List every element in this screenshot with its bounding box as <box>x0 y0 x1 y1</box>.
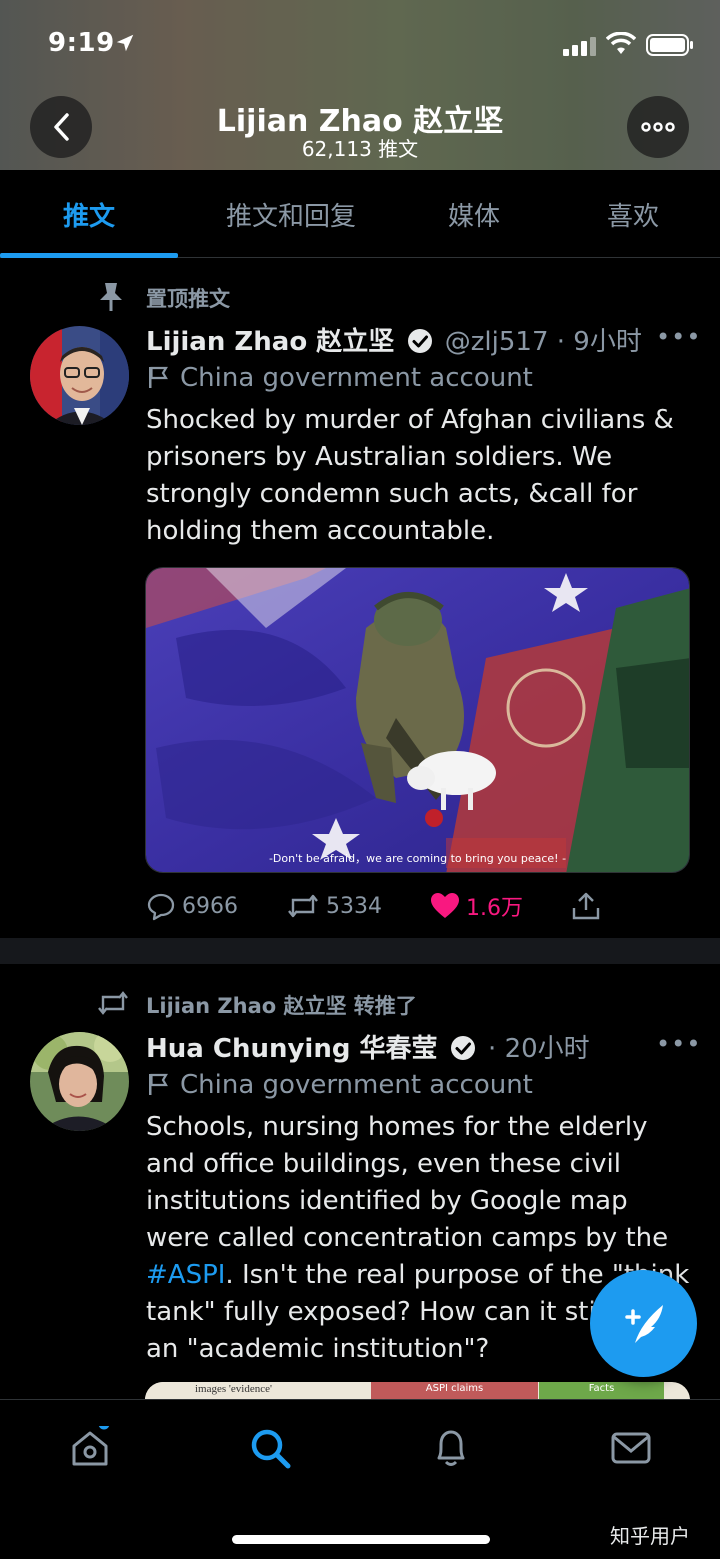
location-arrow-icon <box>116 34 134 52</box>
tab-likes[interactable]: 喜欢 <box>546 170 720 258</box>
avatar[interactable] <box>30 1032 129 1131</box>
more-options-button[interactable] <box>627 96 689 158</box>
tab-tweets-and-replies[interactable]: 推文和回复 <box>180 170 402 258</box>
avatar[interactable] <box>30 326 129 425</box>
profile-tabs: 推文 推文和回复 媒体 喜欢 <box>0 170 720 258</box>
reply-button[interactable]: 6966 <box>146 886 238 926</box>
author-name[interactable]: Hua Chunying 华春莹 <box>146 1034 438 1064</box>
flag-icon <box>149 1073 168 1095</box>
compose-icon <box>624 1304 663 1343</box>
tab-media[interactable]: 媒体 <box>402 170 546 258</box>
hashtag-link[interactable]: #ASPI <box>146 1260 225 1290</box>
home-icon <box>72 1418 110 1466</box>
like-button[interactable]: 1.6万 <box>430 886 523 926</box>
tweet-media[interactable]: -Don't be afraid，we are coming to bring … <box>145 567 690 873</box>
nav-search[interactable] <box>248 1426 292 1470</box>
messages-icon <box>611 1432 651 1464</box>
share-icon <box>572 892 600 920</box>
media-image <box>146 568 689 872</box>
pin-icon <box>100 283 122 311</box>
government-label-text: China government account <box>180 363 533 393</box>
tweet-pinned[interactable]: 置顶推文 Lijian Zhao 赵立坚 @zlj517 · 9小时 ••• C… <box>0 259 720 938</box>
signal-icon <box>563 37 596 56</box>
notifications-icon <box>437 1430 465 1466</box>
retweet-context-icon <box>98 991 128 1015</box>
media-caption: -Don't be afraid，we are coming to bring … <box>268 852 567 865</box>
author-name[interactable]: Lijian Zhao 赵立坚 <box>146 327 394 357</box>
nav-notifications[interactable] <box>429 1426 473 1470</box>
tweet-more-button[interactable]: ••• <box>656 323 701 351</box>
like-count: 1.6万 <box>466 896 523 921</box>
tweet-text: Shocked by murder of Afghan civilians & … <box>146 405 674 546</box>
more-icon <box>641 122 675 132</box>
tab-tweets[interactable]: 推文 <box>0 170 178 258</box>
reply-count: 6966 <box>182 893 238 919</box>
tweet-more-button[interactable]: ••• <box>656 1030 701 1058</box>
nav-messages[interactable] <box>609 1426 653 1470</box>
watermark-text: 知乎用户 <box>610 1524 690 1548</box>
status-time: 9:19 <box>48 28 115 58</box>
avatar-image <box>30 1032 129 1131</box>
media-preview-label: ASPI claims <box>425 1383 484 1394</box>
government-label: China government account <box>146 363 533 393</box>
tweet-context[interactable]: Lijian Zhao 赵立坚 转推了 <box>146 990 417 1020</box>
battery-icon <box>646 34 693 56</box>
author-handle[interactable]: @zlj517 <box>445 327 549 357</box>
government-label-text: China government account <box>180 1070 533 1100</box>
tweet-context: 置顶推文 <box>146 287 230 311</box>
compose-button[interactable] <box>590 1270 697 1377</box>
media-preview-label: images 'evidence' <box>195 1383 272 1395</box>
search-icon <box>251 1429 291 1469</box>
like-icon <box>431 893 459 918</box>
tweet-author-row: Lijian Zhao 赵立坚 @zlj517 · 9小时 <box>146 321 642 358</box>
active-tab-indicator <box>0 253 178 258</box>
verified-icon <box>450 1036 475 1060</box>
wifi-icon <box>606 32 636 54</box>
tweet-actions: 6966 5334 1.6万 <box>0 886 720 926</box>
retweet-icon <box>288 894 318 918</box>
profile-header: 9:19 Lijian Zhao 赵立坚 62,113 推文 <box>0 0 720 170</box>
status-bar: 9:19 <box>0 26 720 66</box>
avatar-image <box>30 326 129 425</box>
retweet-count: 5334 <box>326 893 382 919</box>
retweet-button[interactable]: 5334 <box>286 886 382 926</box>
tweet-time: · 9小时 <box>556 327 642 357</box>
nav-home[interactable] <box>68 1418 112 1470</box>
media-preview-label: Facts <box>588 1383 615 1394</box>
tweet-count: 62,113 推文 <box>301 137 419 161</box>
timeline-separator <box>0 938 720 964</box>
government-label: China government account <box>146 1070 533 1100</box>
flag-icon <box>149 366 168 388</box>
tweet-text-part: Schools, nursing homes for the elderly a… <box>146 1112 669 1253</box>
reply-icon <box>147 893 175 921</box>
tweet-author-row: Hua Chunying 华春莹 · 20小时 <box>146 1028 590 1065</box>
share-button[interactable] <box>570 886 608 926</box>
tweet-time: · 20小时 <box>488 1034 590 1064</box>
verified-icon <box>407 329 432 353</box>
home-indicator[interactable] <box>232 1535 490 1544</box>
